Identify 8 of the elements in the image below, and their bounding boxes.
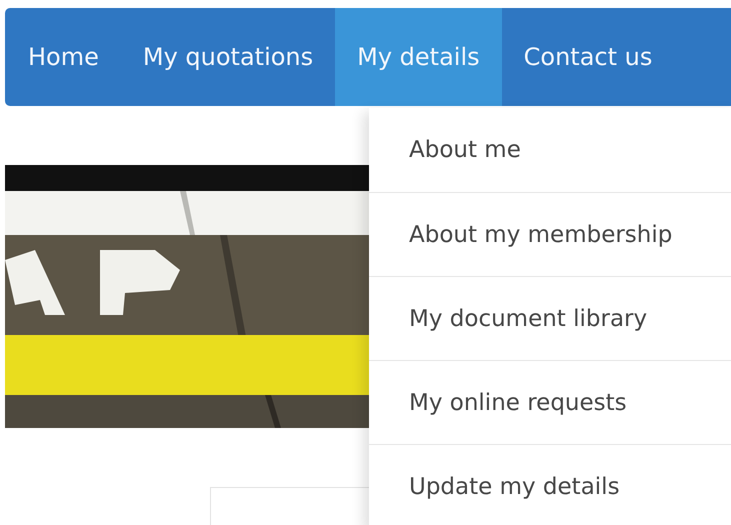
menu-item[interactable]: My online requests xyxy=(369,360,731,444)
menu-item[interactable]: About me xyxy=(369,108,731,192)
nav-tab[interactable]: Home xyxy=(5,8,121,106)
nav-tab[interactable]: My quotations xyxy=(120,8,336,106)
menu-item[interactable]: About my membership xyxy=(369,192,731,276)
menu-item[interactable]: My document library xyxy=(369,276,731,360)
menu-item[interactable]: Update my details xyxy=(369,444,731,525)
nav-tab[interactable]: Contact us xyxy=(502,8,674,106)
